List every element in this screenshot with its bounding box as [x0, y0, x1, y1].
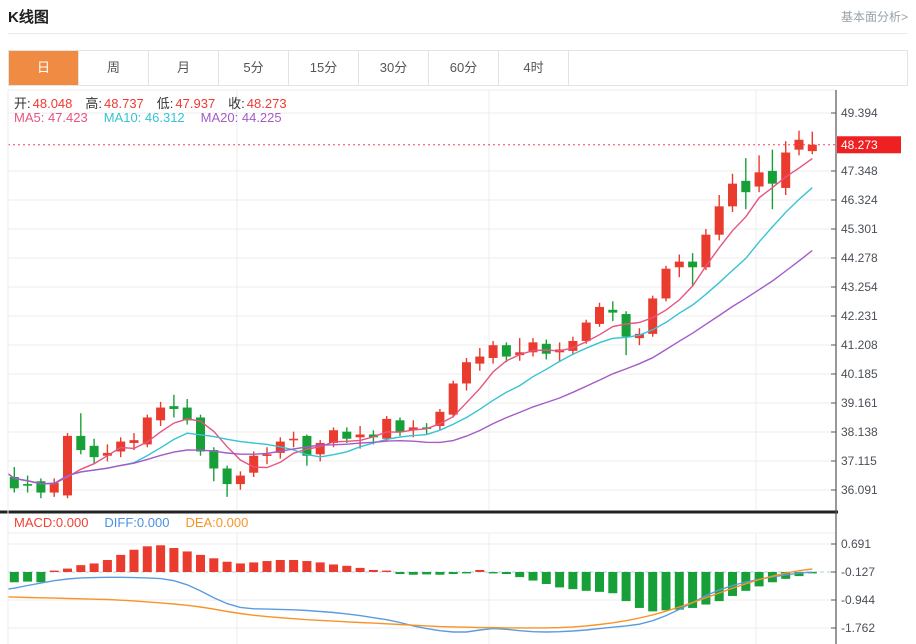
ohlc-item: 低: 47.937: [156, 96, 216, 111]
ma-item: MA10: 46.312: [103, 110, 185, 125]
pane-separator: [0, 510, 838, 514]
candles: [9, 130, 817, 499]
svg-text:48.273: 48.273: [841, 138, 878, 152]
page-title: K线图: [8, 9, 49, 26]
y-axis-label: 44.278: [841, 251, 878, 265]
y-axis-label: -1.762: [841, 621, 875, 635]
header: K线图 基本面分析>: [8, 0, 908, 34]
current-price-tag: 48.273: [837, 136, 901, 154]
y-axis-label: 45.301: [841, 222, 878, 236]
y-axis-label: -0.127: [841, 565, 875, 579]
tab-day[interactable]: 日: [9, 51, 79, 85]
y-axis-label: 46.324: [841, 193, 878, 207]
ma-lines: [8, 158, 813, 485]
y-axis-label: 38.138: [841, 425, 878, 439]
macd-item: DEA:0.000: [185, 515, 249, 530]
y-axis-label: 39.161: [841, 396, 878, 410]
y-axis-label: 49.394: [841, 106, 878, 120]
macd-item: MACD:0.000: [14, 515, 89, 530]
tab-month[interactable]: 月: [149, 51, 219, 85]
y-axis: 49.394 47.348 46.324 45.301 44.278 43.254 42.2…: [831, 90, 878, 644]
y-axis-label: 0.691: [841, 537, 871, 551]
y-axis-label: 43.254: [841, 280, 878, 294]
y-axis-label: 40.185: [841, 367, 878, 381]
tab-4hour[interactable]: 4时: [499, 51, 569, 85]
ohlc-item: 高: 48.737: [85, 96, 144, 111]
y-axis-label: 41.208: [841, 338, 878, 352]
y-axis-label: 47.348: [841, 164, 878, 178]
y-axis-label: 36.091: [841, 483, 878, 497]
tab-bar: 日周月 5分 15分 30分 60分 4时: [8, 50, 908, 86]
tab-5min[interactable]: 5分: [219, 51, 289, 85]
macd-legend: MACD:0.000 DIFF:0.000 DEA:0.000: [14, 515, 264, 530]
ohlc-item: 收: 48.273: [228, 96, 287, 111]
tab-week[interactable]: 周: [79, 51, 149, 85]
ma-legend: MA5: 47.423 MA10: 46.312 MA20: 44.225: [14, 110, 298, 125]
ohlc-item: 开: 48.048: [14, 96, 73, 111]
tab-60min[interactable]: 60分: [429, 51, 499, 85]
tab-30min[interactable]: 30分: [359, 51, 429, 85]
y-axis-label: -0.944: [841, 593, 875, 607]
ma10-line: [8, 187, 813, 485]
ma-item: MA5: 47.423: [14, 110, 88, 125]
y-axis-label: 37.115: [841, 454, 877, 468]
kline-page: K线图 基本面分析> 日周月 5分 15分 30分 60分 4时 49.394 47.348…: [0, 0, 916, 644]
fundamental-analysis-link[interactable]: 基本面分析>: [841, 8, 908, 25]
macd-item: DIFF:0.000: [104, 515, 170, 530]
ma5-line: [8, 158, 813, 485]
ma-item: MA20: 44.225: [200, 110, 282, 125]
y-axis-label: 42.231: [841, 309, 878, 323]
tab-15min[interactable]: 15分: [289, 51, 359, 85]
